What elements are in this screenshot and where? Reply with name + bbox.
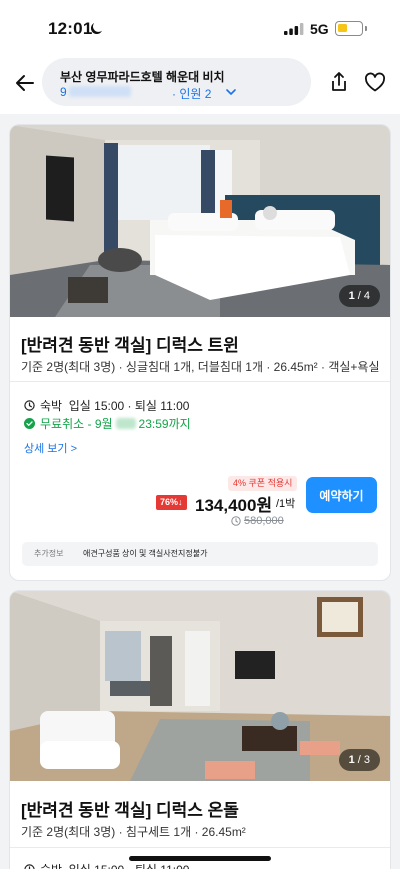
network-label: 5G: [310, 21, 329, 37]
stay-times: 숙박 입실 15:00 · 퇴실 11:00: [24, 861, 189, 869]
guest-count: · 인원 2: [172, 87, 212, 101]
photo-counter: 1 / 4: [338, 285, 380, 307]
date-range: 9: [60, 85, 133, 99]
battery-icon: [335, 21, 367, 36]
room-photo-image: [10, 125, 390, 317]
detail-link[interactable]: 상세 보기 >: [24, 440, 77, 456]
coupon-badge: 4% 쿠폰 적용시: [228, 476, 298, 491]
price-unit: /1박: [276, 498, 296, 510]
stay-times: 숙박 입실 15:00 · 퇴실 11:00: [24, 397, 189, 414]
check-circle-icon: [24, 418, 35, 429]
room-card[interactable]: 1 / 4 [반려견 동반 객실] 디럭스 트윈 기준 2명(최대 3명) · …: [9, 124, 391, 581]
extra-info-box: 추가정보 애견구성품 상이 및 객실사전지정불가: [22, 542, 378, 566]
home-indicator: [129, 856, 271, 861]
photo-counter: 1 / 3: [338, 749, 380, 771]
stay-type: 숙박: [40, 399, 63, 413]
room-photo[interactable]: 1 / 3: [10, 591, 390, 781]
status-bar: 12:01 5G: [0, 0, 400, 56]
clock-icon: [24, 864, 35, 869]
back-arrow-icon[interactable]: [13, 71, 37, 95]
free-cancellation: 무료취소 - 9월 23:59까지: [24, 415, 191, 432]
share-icon[interactable]: [329, 71, 349, 93]
heart-icon[interactable]: [364, 72, 386, 92]
room-card[interactable]: 1 / 3 [반려견 동반 객실] 디럭스 온돌 기준 2명(최대 3명) · …: [9, 590, 391, 869]
room-spec: 기준 2명(최대 3명) · 싱글침대 1개, 더블침대 1개 · 26.45m…: [21, 360, 380, 374]
clock-icon: [24, 400, 35, 411]
divider: [10, 847, 390, 848]
original-price: 580,000: [244, 515, 284, 527]
room-spec: 기준 2명(최대 3명) · 침구세트 1개 · 26.45m²: [21, 825, 246, 839]
reserve-button[interactable]: 예약하기: [306, 477, 377, 513]
room-photo[interactable]: 1 / 4: [10, 125, 390, 317]
chevron-down-icon: [226, 89, 236, 95]
room-name: [반려견 동반 객실] 디럭스 온돌: [21, 801, 239, 820]
stay-type: 숙박: [40, 861, 62, 869]
clock-icon: [231, 516, 241, 526]
discount-badge: 76%↓: [156, 495, 187, 510]
original-price-row: 580,000: [231, 515, 284, 527]
check-times: 입실 15:00 · 퇴실 11:00: [68, 399, 190, 413]
status-time: 12:01: [48, 19, 93, 38]
header: 부산 영무파라드호텔 해운대 비치 9 · 인원 2: [0, 56, 400, 114]
extra-info-value: 애견구성품 상이 및 객실사전지정불가: [83, 549, 208, 558]
divider: [10, 381, 390, 382]
hotel-name: 부산 영무파라드호텔 해운대 비치: [60, 70, 225, 84]
check-times: 입실 15:00 · 퇴실 11:00: [69, 861, 190, 869]
extra-info-label: 추가정보: [34, 549, 64, 558]
room-name: [반려견 동반 객실] 디럭스 트윈: [21, 336, 239, 355]
room-photo-image: [10, 591, 390, 781]
search-summary-pill[interactable]: 부산 영무파라드호텔 해운대 비치 9 · 인원 2: [42, 58, 311, 106]
signal-icon: [284, 23, 304, 35]
moon-icon: [90, 23, 102, 35]
price: 134,400원: [195, 496, 273, 515]
